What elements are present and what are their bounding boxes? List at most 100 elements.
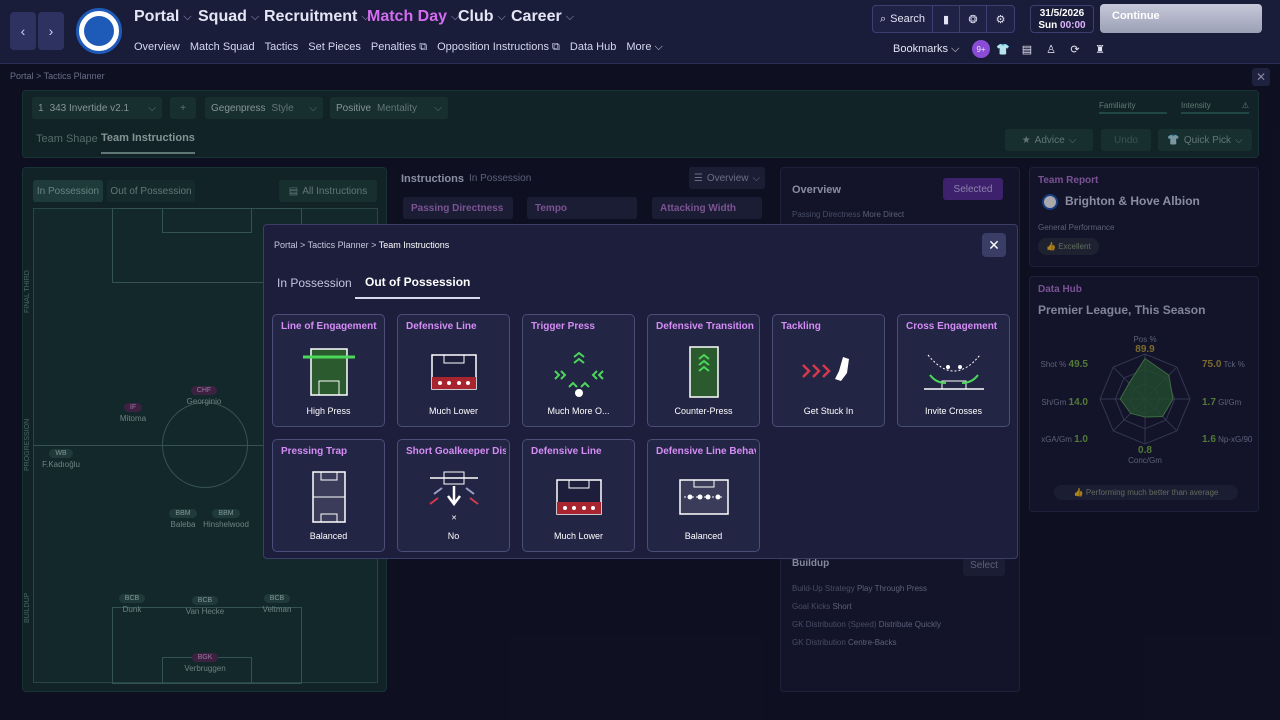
tackling-icon [802, 357, 849, 381]
card-value: Balanced [684, 531, 723, 541]
top-bar: ‹ › Portal ⌵ Squad ⌵ Recruitment ⌵ Match Da… [0, 0, 1280, 64]
card-value: Invite Crosses [924, 406, 983, 416]
chevron-down-icon: ⌵ [497, 10, 506, 23]
defensive-line-icon [431, 354, 477, 390]
crumb-tactics-planner[interactable]: Tactics Planner [308, 240, 369, 250]
subnav-overview[interactable]: Overview [134, 41, 180, 54]
instruction-card-cross-engagement[interactable]: Cross Engagement Invite Crosses [897, 314, 1010, 427]
chevron-down-icon: ⌵ [565, 10, 575, 23]
nav-club[interactable]: Club ⌵ [458, 8, 506, 26]
modal-breadcrumb: Portal > Tactics Planner > Team Instruct… [274, 240, 450, 250]
nav-label: Portal [134, 8, 180, 25]
card-title: Tackling [781, 321, 821, 332]
instruction-card-line-of-engagement[interactable]: Line of Engagement High Press [272, 314, 385, 427]
card-title: Defensive Line [406, 321, 477, 332]
settings-button[interactable]: ⚙ [987, 6, 1014, 32]
subnav-data-hub[interactable]: Data Hub [570, 41, 616, 54]
instruction-card-defensive-line[interactable]: Defensive Line Much Lower [397, 314, 510, 427]
defensive-line-behaviour-icon [679, 479, 729, 515]
chevron-down-icon: ⌵ [654, 41, 663, 53]
search-icon: ⌕ [879, 12, 887, 25]
subnav-penalties[interactable]: Penalties ⧉ [371, 41, 427, 54]
bookmark-button[interactable]: ▮ [933, 6, 960, 32]
nav-label: Club [458, 8, 494, 25]
report-icon[interactable]: ▤ [1018, 40, 1036, 58]
close-icon: ✕ [988, 236, 1000, 253]
bookmarks-label: Bookmarks [893, 43, 949, 55]
card-value: Much More O... [547, 406, 610, 416]
instruction-card-tackling[interactable]: Tackling Get Stuck In [772, 314, 885, 427]
forward-button[interactable]: › [38, 12, 64, 50]
staff-icon[interactable]: ♙ [1042, 40, 1060, 58]
search-button[interactable]: ⌕ Search [873, 6, 933, 32]
nav-portal[interactable]: Portal ⌵ [134, 8, 192, 26]
card-value: Much Lower [428, 406, 479, 416]
subnav-tactics[interactable]: Tactics [265, 41, 299, 54]
refresh-icon[interactable]: ⟳ [1066, 40, 1084, 58]
card-title: Defensive Line [531, 446, 602, 457]
card-value: Balanced [309, 531, 348, 541]
chevron-left-icon: ‹ [20, 23, 26, 39]
nav-career[interactable]: Career ⌵ [511, 8, 574, 26]
nav-recruitment[interactable]: Recruitment ⌵ [264, 8, 370, 26]
card-value: Much Lower [553, 531, 604, 541]
modal-tab-out-of-possession[interactable]: Out of Possession [355, 275, 481, 299]
sub-nav: Overview Match Squad Tactics Set Pieces … [134, 41, 663, 54]
card-value: High Press [306, 406, 351, 416]
day-text: Sun [1038, 20, 1058, 31]
nav-label: Career [511, 8, 562, 25]
close-modal-button[interactable]: ✕ [982, 233, 1006, 257]
nav-match-day[interactable]: Match Day ⌵ [367, 8, 459, 26]
date-text: 31/5/2026 [1039, 8, 1085, 19]
brain-icon: ❂ [968, 13, 978, 26]
card-title: Defensive Line Behaviour [656, 446, 756, 457]
team-instructions-modal: Portal > Tactics Planner > Team Instruct… [263, 224, 1018, 559]
search-label: Search [890, 13, 926, 25]
bookmark-icon: ▮ [942, 13, 950, 26]
instruction-card-short-goalkeeper-distribution[interactable]: Short Goalkeeper Distribution ✕ No [397, 439, 510, 552]
crumb-team-instructions: Team Instructions [378, 240, 450, 250]
nav-label: Match Day [367, 8, 448, 25]
pressing-trap-icon [312, 471, 346, 523]
card-title: Defensive Transition [656, 321, 754, 332]
subnav-more[interactable]: More ⌵ [626, 41, 662, 54]
modal-tab-in-possession[interactable]: In Possession [277, 276, 352, 290]
chevron-down-icon: ⌵ [951, 43, 960, 55]
subnav-label: More [626, 41, 652, 53]
crumb-portal[interactable]: Portal [274, 240, 298, 250]
subnav-match-squad[interactable]: Match Squad [190, 41, 255, 54]
card-title: Pressing Trap [281, 446, 348, 457]
back-button[interactable]: ‹ [10, 12, 36, 50]
instruction-card-pressing-trap[interactable]: Pressing Trap Balanced [272, 439, 385, 552]
card-value: Get Stuck In [803, 406, 854, 416]
club-crest[interactable] [76, 8, 122, 54]
subnav-opposition-instructions[interactable]: Opposition Instructions ⧉ [437, 41, 560, 54]
card-title: Line of Engagement [281, 321, 377, 332]
instruction-card-defensive-line-2[interactable]: Defensive Line Much Lower [522, 439, 635, 552]
nav-label: Squad [198, 8, 247, 25]
trophy-icon[interactable]: ♜ [1091, 40, 1109, 58]
chevron-right-icon: › [48, 23, 54, 39]
card-title: Short Goalkeeper Distribution [406, 446, 506, 457]
game-date[interactable]: 31/5/2026 Sun 00:00 [1030, 5, 1094, 33]
kit-icon[interactable]: 👕 [994, 40, 1012, 58]
inbox-button[interactable]: ❂ [960, 6, 987, 32]
nav-squad[interactable]: Squad ⌵ [198, 8, 259, 26]
instruction-card-defensive-transition[interactable]: Defensive Transition Counter-Press [647, 314, 760, 427]
defensive-line-icon [556, 479, 602, 515]
card-value: No [447, 531, 460, 541]
card-title: Trigger Press [531, 321, 595, 332]
club-crest-logo [84, 16, 114, 46]
instruction-card-trigger-press[interactable]: Trigger Press Much More O... [522, 314, 635, 427]
external-link-icon: ⧉ [419, 41, 428, 53]
subnav-set-pieces[interactable]: Set Pieces [308, 41, 361, 54]
chevron-down-icon: ⌵ [250, 10, 260, 23]
notification-badge[interactable]: 9+ [972, 40, 990, 58]
external-link-icon: ⧉ [552, 41, 560, 53]
nav-label: Recruitment [264, 8, 358, 25]
continue-button[interactable]: Continue [1100, 4, 1262, 33]
search-toolbar: ⌕ Search ▮ ❂ ⚙ [872, 5, 1015, 33]
bookmarks-dropdown[interactable]: Bookmarks ⌵ [893, 43, 959, 56]
instruction-card-defensive-line-behaviour[interactable]: Defensive Line Behaviour Balanced [647, 439, 760, 552]
short-gk-distribution-icon: ✕ [429, 471, 479, 522]
